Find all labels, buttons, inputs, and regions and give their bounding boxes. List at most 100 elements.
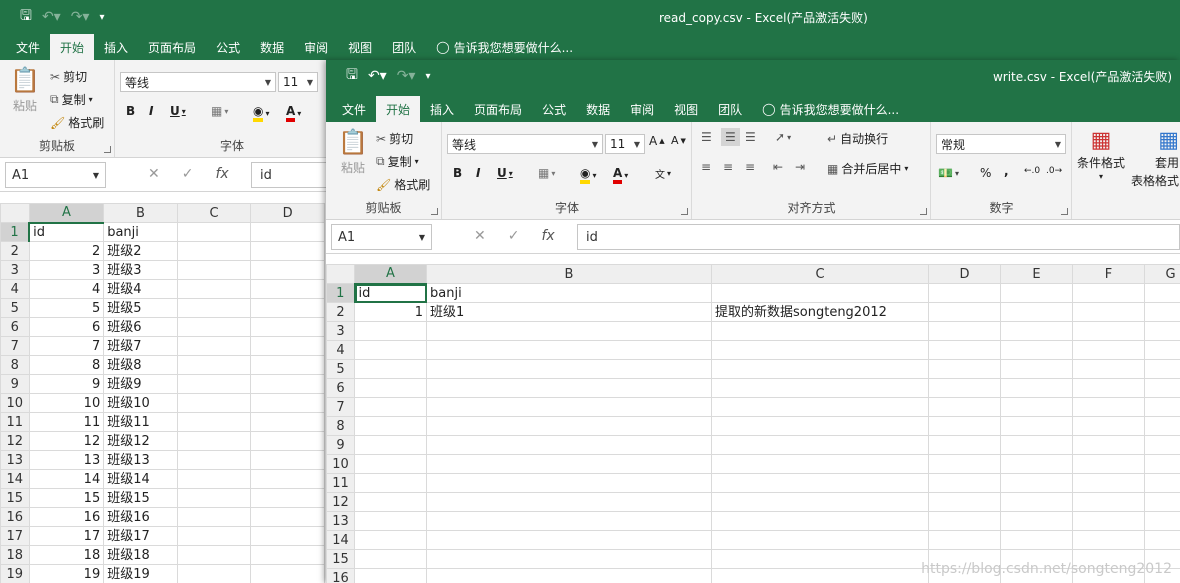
- front-row-header[interactable]: 7: [326, 397, 355, 417]
- back-row-header[interactable]: 3: [0, 260, 30, 280]
- front-cell[interactable]: [426, 473, 712, 493]
- increase-indent-button[interactable]: ⇥: [795, 160, 805, 174]
- front-borders-button[interactable]: ▦ ▾: [538, 166, 555, 180]
- back-cell[interactable]: [250, 336, 325, 356]
- back-cell[interactable]: [250, 450, 325, 470]
- front-cell[interactable]: [711, 454, 929, 474]
- front-cell[interactable]: [1072, 340, 1145, 360]
- back-italic-button[interactable]: I: [149, 104, 153, 118]
- decrease-font-button[interactable]: A ▼: [671, 134, 686, 147]
- back-formula-input[interactable]: id: [251, 162, 331, 188]
- front-cell[interactable]: [711, 568, 929, 583]
- back-cell[interactable]: 11: [28, 412, 105, 432]
- back-cell[interactable]: [250, 260, 325, 280]
- front-cell[interactable]: [426, 397, 712, 417]
- conditional-format-button[interactable]: ▦ 条件格式 ▾: [1077, 128, 1125, 181]
- back-cell[interactable]: 18: [28, 545, 105, 565]
- front-cell[interactable]: [1072, 302, 1145, 322]
- back-cell[interactable]: 7: [28, 336, 105, 356]
- front-row-header[interactable]: 9: [326, 435, 355, 455]
- back-cell[interactable]: [176, 412, 252, 432]
- front-cell[interactable]: [1000, 435, 1073, 455]
- back-cell[interactable]: [176, 431, 252, 451]
- front-cell[interactable]: [354, 378, 427, 398]
- front-tab-insert[interactable]: 插入: [420, 96, 464, 122]
- back-cell[interactable]: 19: [28, 564, 105, 583]
- front-cell[interactable]: [426, 359, 712, 379]
- back-row-header[interactable]: 15: [0, 488, 30, 508]
- front-cell[interactable]: [1072, 359, 1145, 379]
- front-cell[interactable]: [426, 549, 712, 569]
- front-cell[interactable]: [426, 492, 712, 512]
- back-paste-button[interactable]: 📋 粘贴: [10, 66, 40, 114]
- front-copy-button[interactable]: ⧉ 复制 ▾: [376, 153, 419, 170]
- front-col-header-f[interactable]: F: [1072, 264, 1145, 284]
- front-clipboard-launcher[interactable]: [431, 208, 438, 215]
- back-tab-review[interactable]: 审阅: [294, 34, 338, 60]
- front-cell[interactable]: [1072, 416, 1145, 436]
- front-cell[interactable]: [1000, 340, 1073, 360]
- back-cell[interactable]: [176, 355, 252, 375]
- back-col-header-c[interactable]: C: [176, 203, 252, 223]
- front-row-header[interactable]: 13: [326, 511, 355, 531]
- back-cell[interactable]: 8: [28, 355, 105, 375]
- front-fill-color-button[interactable]: ◉ ▾: [580, 166, 597, 184]
- front-row-header[interactable]: 15: [326, 549, 355, 569]
- back-cell[interactable]: 13: [28, 450, 105, 470]
- back-col-header-a[interactable]: A: [28, 203, 105, 224]
- cancel-x-icon[interactable]: ✕: [148, 166, 160, 182]
- front-cell[interactable]: [1072, 378, 1145, 398]
- back-cell[interactable]: 16: [28, 507, 105, 527]
- back-row-header[interactable]: 19: [0, 564, 30, 583]
- back-cell[interactable]: 班级13: [103, 450, 178, 470]
- enter-check-icon[interactable]: ✓: [182, 166, 194, 182]
- front-cell[interactable]: [711, 549, 929, 569]
- front-cell[interactable]: [1000, 530, 1073, 550]
- front-row-header[interactable]: 14: [326, 530, 355, 550]
- front-cell[interactable]: [1000, 283, 1073, 303]
- wrap-text-button[interactable]: ↵ 自动换行: [827, 130, 888, 147]
- front-cell[interactable]: [426, 530, 712, 550]
- fx-icon[interactable]: fx: [215, 166, 228, 182]
- back-cell[interactable]: 班级10: [103, 393, 178, 413]
- back-cell[interactable]: 班级6: [103, 317, 178, 337]
- back-row-header[interactable]: 13: [0, 450, 30, 470]
- front-cell[interactable]: [1000, 473, 1073, 493]
- back-cell[interactable]: [250, 317, 325, 337]
- back-cut-button[interactable]: ✂ 剪切: [50, 68, 87, 85]
- front-formula-input[interactable]: id: [577, 224, 1180, 250]
- front-tab-formulas[interactable]: 公式: [532, 96, 576, 122]
- front-cell[interactable]: [1072, 473, 1145, 493]
- back-cell[interactable]: [250, 412, 325, 432]
- front-cell[interactable]: [1144, 321, 1180, 341]
- front-cell[interactable]: [1072, 435, 1145, 455]
- decrease-indent-button[interactable]: ⇤: [773, 160, 783, 174]
- save-icon[interactable]: 🖫: [346, 64, 358, 88]
- back-row-header[interactable]: 2: [0, 241, 30, 261]
- back-tab-file[interactable]: 文件: [6, 34, 50, 60]
- front-cell[interactable]: [426, 568, 712, 583]
- front-row-header[interactable]: 11: [326, 473, 355, 493]
- front-cell[interactable]: [928, 492, 1001, 512]
- front-row-header[interactable]: 3: [326, 321, 355, 341]
- align-middle-button[interactable]: ☰: [721, 128, 740, 146]
- back-cell[interactable]: [250, 298, 325, 318]
- front-tab-view[interactable]: 视图: [664, 96, 708, 122]
- back-row-header[interactable]: 14: [0, 469, 30, 489]
- back-underline-button[interactable]: U ▾: [170, 104, 186, 118]
- front-cell[interactable]: [711, 530, 929, 550]
- front-cell[interactable]: [1000, 378, 1073, 398]
- front-cell[interactable]: [1144, 378, 1180, 398]
- front-cell[interactable]: [1144, 397, 1180, 417]
- back-cell[interactable]: 班级5: [103, 298, 178, 318]
- front-cell[interactable]: id: [354, 283, 427, 303]
- undo-icon[interactable]: ↶▾: [368, 68, 387, 84]
- front-phonetic-button[interactable]: 文 ▾: [655, 166, 671, 181]
- back-cell[interactable]: banji: [103, 222, 178, 242]
- back-row-header[interactable]: 18: [0, 545, 30, 565]
- back-cell[interactable]: 班级3: [103, 260, 178, 280]
- front-cell[interactable]: [1144, 416, 1180, 436]
- back-row-header[interactable]: 11: [0, 412, 30, 432]
- front-col-header-c[interactable]: C: [711, 264, 929, 284]
- back-cell[interactable]: [250, 488, 325, 508]
